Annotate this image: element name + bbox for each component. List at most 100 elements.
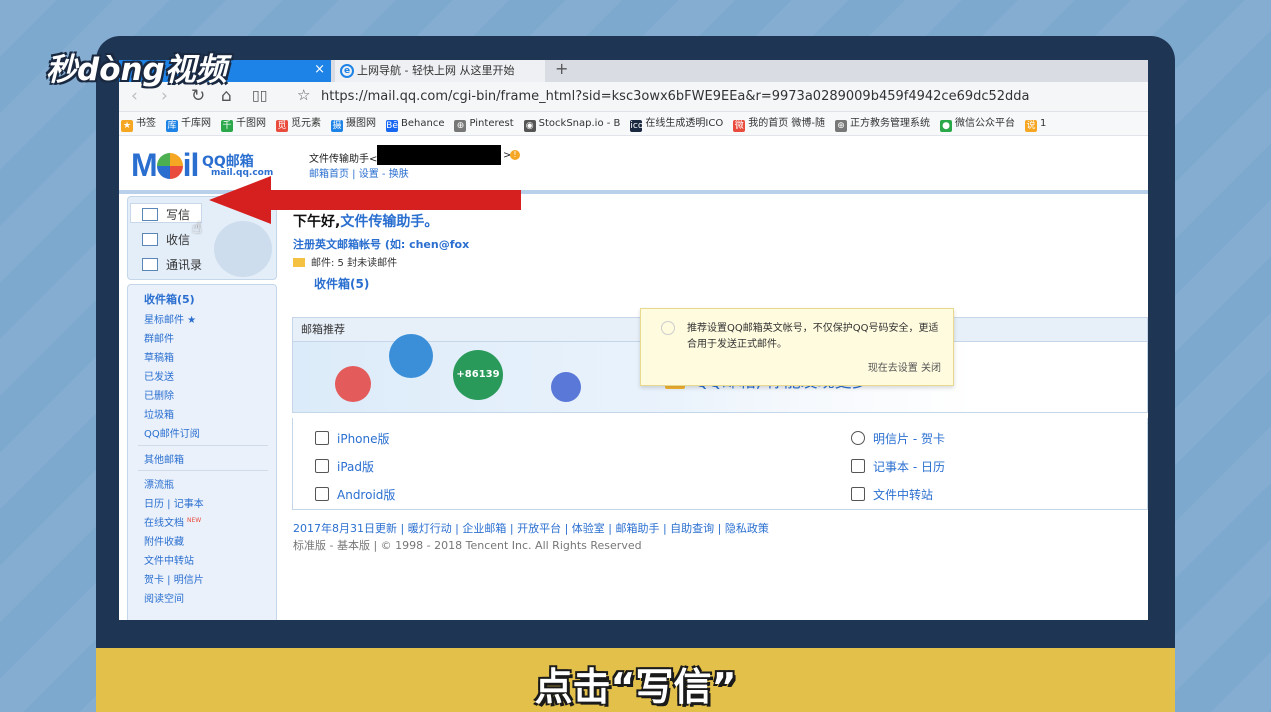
redacted-email bbox=[377, 145, 501, 165]
tab-label: 上网导航 - 轻快上网 从这里开始 bbox=[357, 64, 515, 77]
bookmark-icon: 微 bbox=[733, 120, 746, 132]
reader-icon[interactable]: ▯▯ bbox=[252, 88, 267, 104]
url-input[interactable]: https://mail.qq.com/cgi-bin/frame_html?s… bbox=[321, 89, 1030, 104]
calendar-icon bbox=[851, 459, 865, 473]
footer-copyright: 标准版 - 基本版 | © 1998 - 2018 Tencent Inc. A… bbox=[293, 539, 642, 552]
penguin-image bbox=[214, 221, 272, 277]
inbox-link[interactable]: 收件箱(5) bbox=[314, 275, 369, 292]
calendar-notes[interactable]: 日历 | 记事本 bbox=[144, 495, 204, 510]
write-button[interactable]: 写信 bbox=[142, 206, 190, 223]
apple-icon bbox=[315, 431, 329, 445]
attachment-icon bbox=[551, 372, 581, 402]
mail-sidebar: 写信 收信 通讯录 收件箱(5) 星标邮件 ★ 群邮件 草稿箱 已发送 已删除 … bbox=[127, 196, 277, 620]
footer: 2017年8月31日更新 | 暖灯行动 | 企业邮箱 | 开放平台 | 体验室 … bbox=[293, 520, 769, 554]
new-tab-button[interactable]: + bbox=[555, 60, 568, 78]
file-transfer[interactable]: 文件中转站 bbox=[144, 552, 194, 567]
footer-links[interactable]: 2017年8月31日更新 | 暖灯行动 | 企业邮箱 | 开放平台 | 体验室 … bbox=[293, 520, 769, 537]
bookmark-item[interactable]: ⊕ Pinterest bbox=[452, 112, 514, 135]
caption-text: 点击“写信” bbox=[534, 665, 737, 709]
bookmark-item[interactable]: ● 微信公众平台 bbox=[938, 112, 1015, 135]
ipad-icon bbox=[315, 459, 329, 473]
home-icon[interactable]: ⌂ bbox=[221, 86, 232, 106]
contacts-icon bbox=[142, 258, 158, 271]
bookmark-icon: 摄 bbox=[331, 120, 343, 132]
caption-bar: 点击“写信” bbox=[96, 648, 1175, 712]
contacts-button[interactable]: 通讯录 bbox=[142, 256, 202, 273]
iphone-link[interactable]: iPhone版 bbox=[315, 430, 390, 447]
english-account-tip: 推荐设置QQ邮箱英文帐号，不仅保护QQ号码安全，更适合用于发送正式邮件。 现在去… bbox=[640, 308, 954, 386]
bookmark-item[interactable]: 库千库网 bbox=[164, 112, 211, 135]
android-icon bbox=[315, 487, 329, 501]
bookmark-icon: ● bbox=[940, 120, 953, 132]
bird-icon bbox=[389, 334, 433, 378]
mouse-cursor-icon: ☝ bbox=[192, 218, 202, 237]
tab-close-icon[interactable]: × bbox=[314, 62, 325, 77]
bookmark-item[interactable]: ⊕ 正方教务管理系统 bbox=[833, 112, 930, 135]
bookmark-icon: 千 bbox=[221, 120, 233, 132]
tip-actions[interactable]: 现在去设置 关闭 bbox=[868, 359, 941, 374]
postcard-link[interactable]: 明信片 - 贺卡 bbox=[851, 430, 945, 447]
android-link[interactable]: Android版 bbox=[315, 486, 395, 503]
receive-button[interactable]: 收信 bbox=[142, 231, 190, 248]
new-badge: NEW bbox=[187, 516, 202, 524]
bookmark-icon: 说 bbox=[1025, 120, 1038, 132]
calendar-icon bbox=[335, 366, 371, 402]
bookmark-item[interactable]: 摄摄图网 bbox=[329, 112, 376, 135]
folder-sent[interactable]: 已发送 bbox=[144, 368, 174, 383]
bookmark-star-icon[interactable]: ☆ bbox=[297, 86, 310, 104]
reading-space[interactable]: 阅读空间 bbox=[144, 590, 184, 605]
bookmark-item[interactable]: 说1 bbox=[1023, 112, 1046, 135]
bookmark-item[interactable]: ★ 书签 bbox=[119, 112, 156, 135]
bookmark-icon: ◉ bbox=[523, 120, 536, 132]
bookmarks-bar: ★ 书签库千库网千千图网觅觅元素摄摄图网 Bē Behance ⊕ Pinterest ◉ S… bbox=[119, 112, 1148, 136]
heart-icon bbox=[851, 431, 865, 445]
bookmark-icon: 库 bbox=[166, 120, 178, 132]
cards-postcards[interactable]: 贺卡 | 明信片 bbox=[144, 571, 204, 586]
bookmark-item[interactable]: ico 在线生成透明ICO bbox=[628, 112, 723, 135]
folder-inbox[interactable]: 收件箱(5) bbox=[144, 291, 195, 307]
other-mailboxes[interactable]: 其他邮箱 bbox=[144, 451, 184, 466]
qqmail-logo[interactable]: Mil bbox=[131, 147, 199, 184]
refresh-icon[interactable]: ↻ bbox=[191, 86, 205, 106]
ie-icon: e bbox=[340, 64, 354, 78]
bookmark-icon: ⊕ bbox=[454, 120, 467, 132]
bookmark-item[interactable]: 觅觅元素 bbox=[274, 112, 321, 135]
bookmark-item[interactable]: 千千图网 bbox=[219, 112, 266, 135]
folder-list: 收件箱(5) 星标邮件 ★ 群邮件 草稿箱 已发送 已删除 垃圾箱 QQ邮件订阅… bbox=[127, 284, 277, 620]
bookmark-item[interactable]: Bē Behance bbox=[384, 112, 444, 135]
address-bar: ‹ › ↻ ⌂ ▯▯ ☆ https://mail.qq.com/cgi-bin… bbox=[119, 82, 1148, 112]
pen-icon bbox=[142, 208, 158, 221]
attachments[interactable]: 附件收藏 bbox=[144, 533, 184, 548]
folder-starred[interactable]: 星标邮件 ★ bbox=[144, 311, 196, 326]
envelope-icon bbox=[293, 258, 305, 267]
folder-group[interactable]: 群邮件 bbox=[144, 330, 174, 345]
bookmark-item[interactable]: 微我的首页 微博-随 bbox=[731, 112, 825, 135]
download-icon bbox=[142, 233, 158, 246]
ipad-link[interactable]: iPad版 bbox=[315, 458, 374, 475]
divider bbox=[138, 470, 268, 471]
tab-bar: × e 上网导航 - 轻快上网 从这里开始 + bbox=[119, 60, 1148, 82]
online-docs[interactable]: 在线文档 NEW bbox=[144, 514, 201, 529]
folder-drafts[interactable]: 草稿箱 bbox=[144, 349, 174, 364]
file-transfer-link[interactable]: 文件中转站 bbox=[851, 486, 933, 503]
bookmark-icon: Bē bbox=[386, 120, 398, 132]
folder-deleted[interactable]: 已删除 bbox=[144, 387, 174, 402]
unread-count[interactable]: 邮件: 5 封未读邮件 bbox=[293, 254, 397, 269]
notes-link[interactable]: 记事本 - 日历 bbox=[851, 458, 945, 475]
folder-spam[interactable]: 垃圾箱 bbox=[144, 406, 174, 421]
bookmark-icon: ico bbox=[630, 120, 644, 132]
warning-icon[interactable]: ! bbox=[510, 150, 520, 160]
bulb-icon bbox=[661, 321, 675, 335]
bookmark-item[interactable]: ◉ StockSnap.io - B bbox=[522, 112, 620, 135]
browser-screen: × e 上网导航 - 轻快上网 从这里开始 + ‹ › ↻ ⌂ ▯▯ ☆ htt… bbox=[119, 60, 1148, 620]
back-icon[interactable]: ‹ bbox=[131, 86, 138, 106]
watermark-logo: 秒dòng视频 bbox=[46, 52, 227, 88]
divider bbox=[138, 445, 268, 446]
bookmark-icon: ⊕ bbox=[835, 120, 848, 132]
bookmark-icon: 觅 bbox=[276, 120, 288, 132]
folder-subscriptions[interactable]: QQ邮件订阅 bbox=[144, 425, 200, 440]
register-english-link[interactable]: 注册英文邮箱帐号 (如: chen@fox bbox=[293, 236, 469, 252]
tab-navigation[interactable]: e 上网导航 - 轻快上网 从这里开始 bbox=[335, 60, 545, 82]
forward-icon[interactable]: › bbox=[161, 86, 168, 106]
drift-bottle[interactable]: 漂流瓶 bbox=[144, 476, 174, 491]
